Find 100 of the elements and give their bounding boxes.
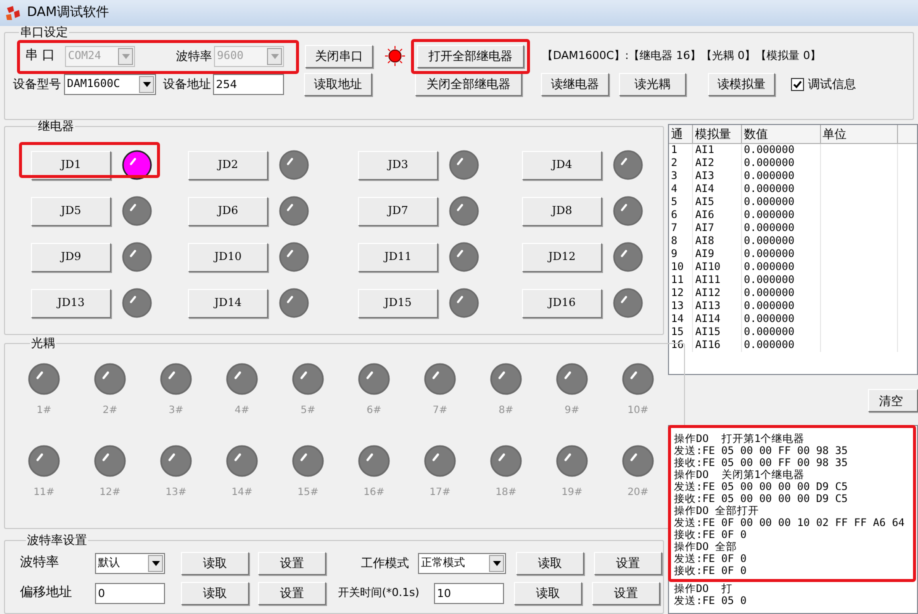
column-header[interactable]: 单位 [820, 125, 898, 144]
dropdown[interactable]: 默认 [95, 552, 165, 574]
relay-button[interactable]: JD8 [522, 196, 602, 226]
table-cell: AI2 [692, 156, 742, 170]
relay-button[interactable]: JD1 [31, 150, 111, 180]
channel-label: 18# [495, 486, 517, 500]
table-cell: 0.000000 [741, 312, 820, 326]
table-cell: AI15 [692, 326, 742, 338]
dropdown-arrow-icon [122, 54, 130, 58]
field-label: 偏移地址 [20, 584, 73, 602]
relay-button[interactable]: JD6 [188, 196, 268, 226]
table-cell: AI3 [692, 170, 742, 182]
button[interactable]: 清空 [868, 389, 918, 412]
dropdown-arrow-icon [270, 54, 278, 58]
relay-button[interactable]: JD5 [31, 196, 111, 226]
column-header[interactable]: 数值 [741, 125, 820, 144]
table-cell: 0.000000 [741, 300, 820, 312]
relay-button[interactable]: JD9 [31, 242, 111, 272]
relay-button[interactable]: JD4 [522, 150, 602, 180]
checkbox[interactable] [791, 78, 804, 90]
log-line: 发送:FE 05 0 [674, 595, 748, 607]
log-line: 接收:FE 0F 0 [674, 529, 748, 541]
input-field[interactable]: 254 [213, 74, 284, 94]
column-header[interactable]: 模拟量 [692, 125, 742, 144]
relay-button[interactable]: JD15 [358, 288, 438, 318]
log-line: 接收:FE 0F 0 [674, 565, 748, 577]
dropdown[interactable]: DAM1600C [64, 74, 156, 94]
button[interactable]: 设置 [594, 552, 662, 574]
table-cell: 0.000000 [741, 326, 820, 338]
log-line: 发送:FE 05 00 00 00 00 D9 C5 [674, 481, 849, 493]
button[interactable]: 读取 [516, 552, 584, 574]
channel-label: 2# [102, 404, 118, 418]
table-cell: 0.000000 [741, 182, 820, 196]
button[interactable]: 关闭全部继电器 [415, 72, 522, 96]
relay-button[interactable]: JD7 [358, 196, 438, 226]
button[interactable]: 关闭串口 [305, 44, 373, 68]
field-label: 波特率 [176, 48, 213, 65]
relay-button[interactable]: JD12 [522, 242, 602, 272]
relay-button[interactable]: JD10 [188, 242, 268, 272]
field-label: 设备型号 [13, 76, 62, 93]
table-cell: 0.000000 [741, 248, 820, 260]
dropdown[interactable]: 正常模式 [418, 552, 506, 574]
table-cell: 5 [669, 196, 693, 208]
device-info-text: 【DAM1600C】:【继电器 16】【光耦 0】【模拟量 0】 [542, 48, 822, 64]
channel-label: 5# [300, 404, 316, 418]
relay-button[interactable]: JD14 [188, 288, 268, 318]
checkbox-label: 调试信息 [808, 76, 856, 93]
table-cell: AI4 [692, 182, 742, 196]
table-cell: 0.000000 [741, 222, 820, 234]
column-header[interactable]: 通 [669, 125, 693, 144]
channel-label: 4# [234, 404, 250, 418]
channel-label: 1# [36, 404, 52, 418]
table-cell: AI7 [692, 222, 742, 234]
app-logo-icon [5, 5, 21, 21]
table-cell: AI13 [692, 300, 742, 312]
group-title: 串口设定 [19, 26, 69, 38]
button[interactable]: 设置 [258, 582, 326, 604]
table-cell: 15 [669, 326, 693, 338]
log-line: 操作DO 全部打开 [674, 505, 760, 517]
table-cell: 0.000000 [741, 196, 820, 208]
table-cell: 0.000000 [741, 156, 820, 170]
group-title: 继电器 [37, 120, 75, 132]
input-field[interactable]: 0 [95, 582, 165, 604]
relay-button[interactable]: JD2 [188, 150, 268, 180]
table-cell: 0.000000 [741, 260, 820, 274]
channel-label: 20# [627, 486, 649, 500]
dropdown-arrow-icon [142, 82, 150, 86]
button[interactable]: 读模拟量 [708, 72, 775, 96]
button[interactable]: 读继电器 [541, 72, 609, 96]
relay-button[interactable]: JD11 [358, 242, 438, 272]
channel-label: 11# [33, 486, 55, 500]
button[interactable]: 读取 [181, 582, 249, 604]
table-cell: 11 [669, 274, 693, 286]
log-line: 操作DO 打 [674, 583, 734, 595]
button[interactable]: 读光耦 [619, 72, 686, 96]
table-cell: 1 [669, 144, 693, 156]
log-line: 发送:FE 05 00 00 FF 00 98 35 [674, 445, 849, 457]
button[interactable]: 读取 [181, 552, 249, 574]
relay-button[interactable]: JD13 [31, 288, 111, 318]
table-cell: AI11 [692, 274, 742, 286]
channel-label: 12# [99, 486, 121, 500]
channel-label: 17# [429, 486, 451, 500]
button[interactable]: 打开全部继电器 [417, 44, 524, 68]
relay-button[interactable]: JD16 [522, 288, 602, 318]
relay-button[interactable]: JD3 [358, 150, 438, 180]
button[interactable]: 读取地址 [304, 72, 372, 96]
log-line: 操作DO 打开第1个继电器 [674, 433, 806, 445]
button[interactable]: 设置 [258, 552, 326, 574]
button[interactable]: 设置 [592, 582, 660, 604]
input-field[interactable]: 10 [434, 582, 504, 604]
channel-label: 6# [366, 404, 382, 418]
log-line: 发送:FE 0F 00 00 00 10 02 FF FF A6 64 [674, 517, 906, 529]
table-cell: 0.000000 [741, 170, 820, 182]
window-title: DAM调试软件 [27, 4, 109, 22]
table-cell: 10 [669, 260, 693, 274]
table-cell: 14 [669, 312, 693, 326]
table-cell: 3 [669, 170, 693, 182]
channel-label: 19# [561, 486, 583, 500]
button[interactable]: 读取 [514, 582, 582, 604]
table-cell: AI12 [692, 286, 742, 300]
